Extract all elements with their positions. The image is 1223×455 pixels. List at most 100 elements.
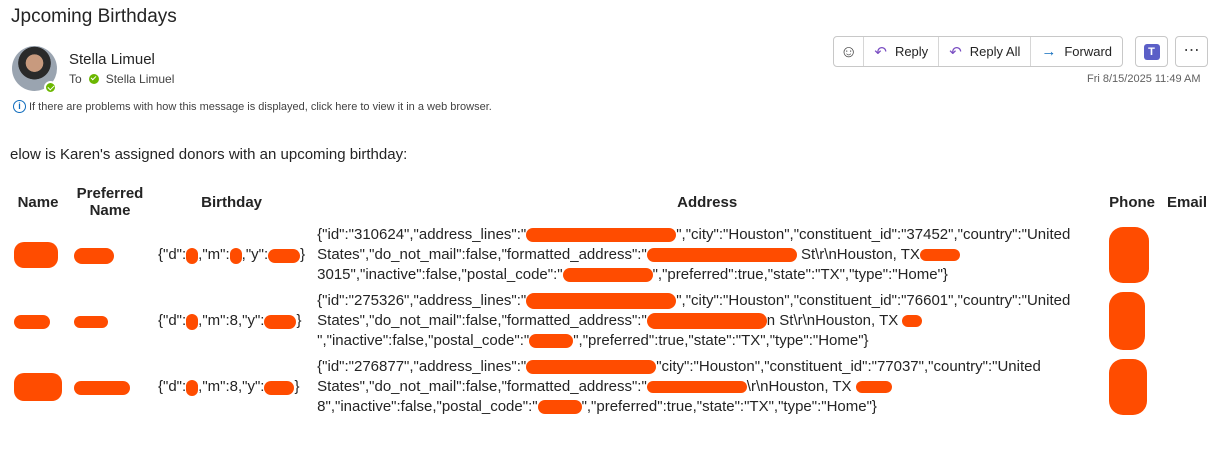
redaction	[229, 247, 242, 264]
redaction	[919, 249, 960, 262]
donor-name-cell	[8, 288, 68, 354]
address-text: 3015","inactive":false,"postal_code":"	[317, 266, 563, 283]
to-label: To	[69, 72, 82, 86]
ellipsis-icon: ⋯	[1183, 42, 1200, 59]
redaction	[855, 381, 892, 394]
address-text: {"id":"275326","address_lines":"	[317, 292, 527, 309]
redaction	[526, 293, 677, 310]
phone-cell	[1103, 288, 1161, 354]
redaction	[526, 360, 657, 375]
birthday-text: {"d":	[158, 312, 187, 330]
received-date: Fri 8/15/2025 11:49 AM	[1087, 73, 1201, 85]
redaction	[902, 315, 923, 328]
birthday-text: }	[296, 312, 302, 330]
birthday-text: }	[294, 378, 300, 396]
table-header-row: Name Preferred Name Birthday Address Pho…	[8, 182, 1213, 222]
redaction	[1109, 292, 1146, 350]
more-actions-button[interactable]: ⋯	[1175, 36, 1208, 67]
address-text: \r\nHouston, TX	[746, 378, 852, 395]
redaction	[264, 380, 295, 395]
donor-name-cell	[8, 354, 68, 420]
teams-icon: T	[1143, 43, 1160, 60]
redaction	[74, 380, 130, 395]
preferred-name-cell	[68, 222, 152, 288]
email-cell	[1161, 288, 1213, 354]
redaction	[646, 313, 767, 330]
redaction	[529, 334, 574, 349]
birthday-text: ,"m":	[198, 246, 230, 264]
redaction	[14, 314, 50, 329]
donor-table: Name Preferred Name Birthday Address Pho…	[8, 182, 1213, 420]
presence-available-icon	[44, 81, 57, 94]
preferred-name-cell	[68, 288, 152, 354]
reply-all-arrow-icon: ↶	[949, 43, 962, 61]
header-preferred-name: Preferred Name	[76, 185, 144, 219]
redaction	[1109, 359, 1148, 415]
address-text: St\r\nHouston, TX	[800, 246, 920, 263]
display-problem-text[interactable]: If there are problems with how this mess…	[29, 101, 492, 113]
redaction	[646, 248, 797, 263]
address-text: ","preferred":true,"state":"TX","type":"…	[652, 266, 948, 283]
address-text: 8","inactive":false,"postal_code":"	[317, 398, 538, 415]
email-subject: Jpcoming Birthdays	[11, 6, 177, 27]
forward-arrow-icon: →	[1041, 43, 1057, 60]
table-row: {"d": ,"m":8,"y":} {"id":"275326","addres…	[8, 288, 1213, 354]
phone-cell	[1103, 354, 1161, 420]
donor-name-cell	[8, 222, 68, 288]
redaction	[74, 315, 108, 328]
header-birthday: Birthday	[201, 193, 262, 211]
forward-button[interactable]: → Forward	[1030, 37, 1122, 66]
display-problem-notice[interactable]: i If there are problems with how this me…	[13, 100, 492, 113]
table-row: {"d": ,"m":8,"y":} {"id":"276877","addres…	[8, 354, 1213, 420]
birthday-text: ,"y":	[241, 246, 269, 264]
birthday-text: ,"m":8,"y":	[198, 312, 265, 330]
redaction	[526, 228, 677, 243]
address-text: {"id":"310624","address_lines":"	[317, 226, 527, 243]
phone-cell	[1103, 222, 1161, 288]
redaction	[186, 247, 199, 264]
reply-button[interactable]: ↶ Reply	[863, 37, 938, 66]
birthday-cell: {"d": ,"m":8,"y":}	[152, 354, 311, 420]
redaction	[74, 247, 114, 264]
reply-label: Reply	[894, 44, 929, 59]
address-text: {"id":"276877","address_lines":"	[317, 358, 527, 375]
redaction	[186, 379, 199, 396]
forward-label: Forward	[1064, 44, 1113, 59]
info-icon: i	[13, 100, 26, 113]
address-text: ","preferred":true,"state":"TX","type":"…	[573, 332, 869, 349]
table-row: {"d": ,"m": ,"y":} {"id":"310624","address…	[8, 222, 1213, 288]
reply-arrow-icon: ↶	[874, 43, 887, 61]
recipient-name[interactable]: Stella Limuel	[106, 72, 175, 86]
redaction	[14, 373, 62, 401]
email-cell	[1161, 354, 1213, 420]
email-cell	[1161, 222, 1213, 288]
address-cell: {"id":"310624","address_lines":" ","city"…	[311, 222, 1103, 288]
redaction	[186, 313, 199, 330]
teams-button[interactable]: T	[1135, 36, 1168, 67]
birthday-cell: {"d": ,"m":8,"y":}	[152, 288, 311, 354]
header-email: Email	[1167, 193, 1208, 211]
address-text: ","preferred":true,"state":"TX","type":"…	[581, 398, 877, 415]
preferred-name-cell	[68, 354, 152, 420]
reaction-button[interactable]: ☺	[834, 37, 863, 66]
address-cell: {"id":"276877","address_lines":" "city":"…	[311, 354, 1103, 420]
address-text: n St\r\nHouston, TX	[766, 312, 899, 329]
recipient-presence-icon	[88, 74, 99, 84]
redaction	[268, 248, 301, 263]
address-cell: {"id":"275326","address_lines":" ","city"…	[311, 288, 1103, 354]
recipient-line: To Stella Limuel	[69, 72, 174, 86]
reply-all-label: Reply All	[969, 44, 1021, 59]
redaction	[14, 242, 58, 268]
redaction	[562, 268, 653, 283]
body-intro-text: elow is Karen's assigned donors with an …	[10, 146, 408, 163]
redaction	[646, 381, 747, 394]
header-phone: Phone	[1109, 193, 1155, 211]
birthday-text: {"d":	[158, 246, 187, 264]
sender-name[interactable]: Stella Limuel	[69, 51, 155, 68]
header-address: Address	[677, 193, 738, 211]
redaction	[1109, 227, 1150, 283]
birthday-cell: {"d": ,"m": ,"y":}	[152, 222, 311, 288]
reply-all-button[interactable]: ↶ Reply All	[938, 37, 1030, 66]
smiley-icon: ☺	[840, 41, 858, 61]
message-action-bar: ☺ ↶ Reply ↶ Reply All → Forward	[833, 36, 1124, 67]
